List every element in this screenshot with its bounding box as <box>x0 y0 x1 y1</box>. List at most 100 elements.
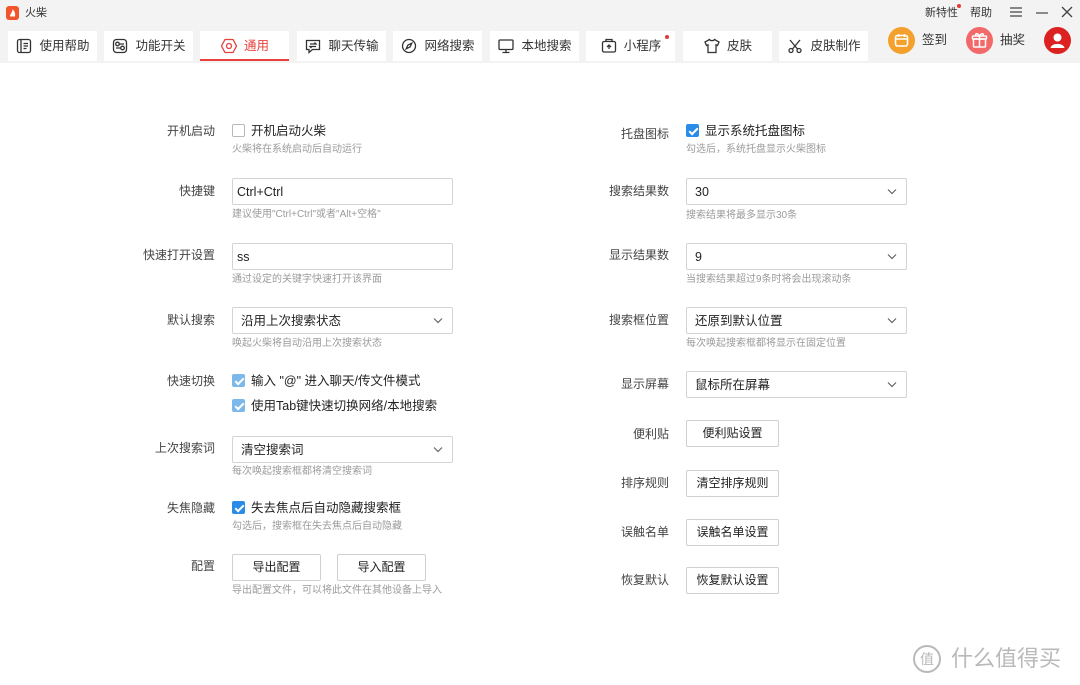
autostart-hint: 火柴将在系统启动后自动运行 <box>232 144 362 155</box>
tab-feature-switches[interactable]: 功能开关 <box>104 31 193 61</box>
tab-mini-programs[interactable]: 小程序 <box>586 31 675 61</box>
select-value: 30 <box>695 185 709 199</box>
visible-count-hint: 当搜索结果超过9条时将会出现滚动条 <box>686 274 852 285</box>
chevron-down-icon <box>887 253 897 260</box>
checkbox-box[interactable] <box>232 399 245 412</box>
import-config-button[interactable]: 导入配置 <box>337 554 426 581</box>
quick-switch-label: 快速切换 <box>166 374 215 388</box>
close-icon[interactable] <box>1060 5 1074 19</box>
watermark-text: 什么值得买 <box>951 646 1062 671</box>
checkin-button[interactable]: 签到 <box>888 27 950 54</box>
display-screen-label: 显示屏幕 <box>620 377 669 391</box>
checkbox-box[interactable] <box>232 374 245 387</box>
tray-icon-label: 托盘图标 <box>620 127 669 141</box>
select-value: 清空搜索词 <box>241 443 304 457</box>
tab-skin-maker[interactable]: 皮肤制作 <box>779 31 868 61</box>
hotkey-hint: 建议使用"Ctrl+Ctrl"或者"Alt+空格" <box>232 209 381 220</box>
default-search-hint: 唤起火柴将自动沿用上次搜索状态 <box>232 338 382 349</box>
tab-web-search[interactable]: 网络搜索 <box>393 31 482 61</box>
chevron-down-icon <box>433 317 443 324</box>
checkbox-box[interactable] <box>232 124 245 137</box>
watermark-logo: 值 <box>913 645 941 673</box>
lottery-label: 抽奖 <box>1000 33 1026 47</box>
default-search-select[interactable]: 沿用上次搜索状态 <box>232 307 453 334</box>
new-features-link[interactable]: 新特性 <box>925 6 958 20</box>
config-hint: 导出配置文件，可以将此文件在其他设备上导入 <box>232 585 442 596</box>
user-avatar[interactable] <box>1044 27 1071 54</box>
select-value: 还原到默认位置 <box>695 314 783 328</box>
search-position-select[interactable]: 还原到默认位置 <box>686 307 907 334</box>
checkbox-label[interactable]: 使用Tab键快速切换网络/本地搜索 <box>251 398 437 414</box>
tshirt-icon <box>703 37 721 55</box>
default-search-label: 默认搜索 <box>166 313 215 327</box>
sticky-note-settings-button[interactable]: 便利贴设置 <box>686 420 779 447</box>
app-title: 火柴 <box>25 7 47 19</box>
huochai-logo-icon <box>6 6 19 20</box>
tab-usage-help[interactable]: 使用帮助 <box>8 31 97 61</box>
tray-icon-hint: 勾选后，系统托盘显示火柴图标 <box>686 144 826 155</box>
minimize-icon[interactable] <box>1035 5 1049 19</box>
visible-count-label: 显示结果数 <box>608 248 669 262</box>
search-position-hint: 每次唤起搜索框都将显示在固定位置 <box>686 338 846 349</box>
tab-label: 使用帮助 <box>39 39 90 53</box>
mini-program-icon <box>600 37 618 55</box>
quick-open-label: 快速打开设置 <box>142 248 215 262</box>
new-features-badge-dot <box>957 4 961 8</box>
checkin-icon <box>888 27 915 54</box>
quick-open-hint: 通过设定的关键字快速打开该界面 <box>232 274 382 285</box>
search-position-label: 搜索框位置 <box>608 313 669 327</box>
mini-program-badge-dot <box>665 35 669 39</box>
hotkey-input[interactable] <box>232 178 453 205</box>
feature-switch-icon <box>111 37 129 55</box>
skin-design-icon <box>786 37 804 55</box>
visible-count-select[interactable]: 9 <box>686 243 907 270</box>
result-count-label: 搜索结果数 <box>608 184 669 198</box>
checkbox-label[interactable]: 失去焦点后自动隐藏搜索框 <box>251 500 401 516</box>
select-value: 鼠标所在屏幕 <box>695 378 771 392</box>
tab-general[interactable]: 通用 <box>200 31 289 61</box>
last-query-select[interactable]: 清空搜索词 <box>232 436 453 463</box>
chevron-down-icon <box>887 317 897 324</box>
tab-label: 功能开关 <box>135 39 186 53</box>
select-value: 沿用上次搜索状态 <box>241 314 342 328</box>
checkbox-box[interactable] <box>232 501 245 514</box>
result-count-select[interactable]: 30 <box>686 178 907 205</box>
autostart-label: 开机启动 <box>166 124 215 138</box>
tab-label: 网络搜索 <box>424 39 475 53</box>
checkin-label: 签到 <box>922 33 948 47</box>
display-screen-select[interactable]: 鼠标所在屏幕 <box>686 371 907 398</box>
mistouch-list-label: 误触名单 <box>620 525 669 539</box>
help-link[interactable]: 帮助 <box>970 6 992 20</box>
checkbox-label[interactable]: 开机启动火柴 <box>251 123 326 139</box>
tab-local-search[interactable]: 本地搜索 <box>490 31 579 61</box>
tab-label: 聊天传输 <box>328 39 379 53</box>
sort-rule-label: 排序规则 <box>620 476 669 490</box>
help-book-icon <box>15 37 33 55</box>
chevron-down-icon <box>433 446 443 453</box>
lottery-button[interactable]: 抽奖 <box>966 27 1030 54</box>
tab-skins[interactable]: 皮肤 <box>683 31 772 61</box>
checkbox-label[interactable]: 输入 "@" 进入聊天/传文件模式 <box>251 373 420 389</box>
chevron-down-icon <box>887 381 897 388</box>
tab-label: 本地搜索 <box>521 39 572 53</box>
chevron-down-icon <box>887 188 897 195</box>
export-config-button[interactable]: 导出配置 <box>232 554 321 581</box>
tab-chat-transfer[interactable]: 聊天传输 <box>297 31 386 61</box>
user-avatar-icon <box>1044 27 1071 54</box>
tab-label: 皮肤制作 <box>810 39 861 53</box>
chat-transfer-icon <box>304 37 322 55</box>
checkbox-box[interactable] <box>686 124 699 137</box>
menu-icon[interactable] <box>1009 5 1023 19</box>
blur-hide-hint: 勾选后，搜索框在失去焦点后自动隐藏 <box>232 521 402 532</box>
last-query-label: 上次搜索词 <box>154 441 215 455</box>
settings-hexagon-icon <box>220 37 238 55</box>
config-label: 配置 <box>190 559 215 573</box>
tab-label: 通用 <box>243 39 269 53</box>
gift-icon <box>966 27 993 54</box>
quick-open-keyword-input[interactable] <box>232 243 453 270</box>
checkbox-label[interactable]: 显示系统托盘图标 <box>705 123 805 139</box>
restore-default-settings-button[interactable]: 恢复默认设置 <box>686 567 779 594</box>
mistouch-list-settings-button[interactable]: 误触名单设置 <box>686 519 779 546</box>
hotkey-label: 快捷键 <box>178 184 215 198</box>
clear-sort-rules-button[interactable]: 清空排序规则 <box>686 470 779 497</box>
